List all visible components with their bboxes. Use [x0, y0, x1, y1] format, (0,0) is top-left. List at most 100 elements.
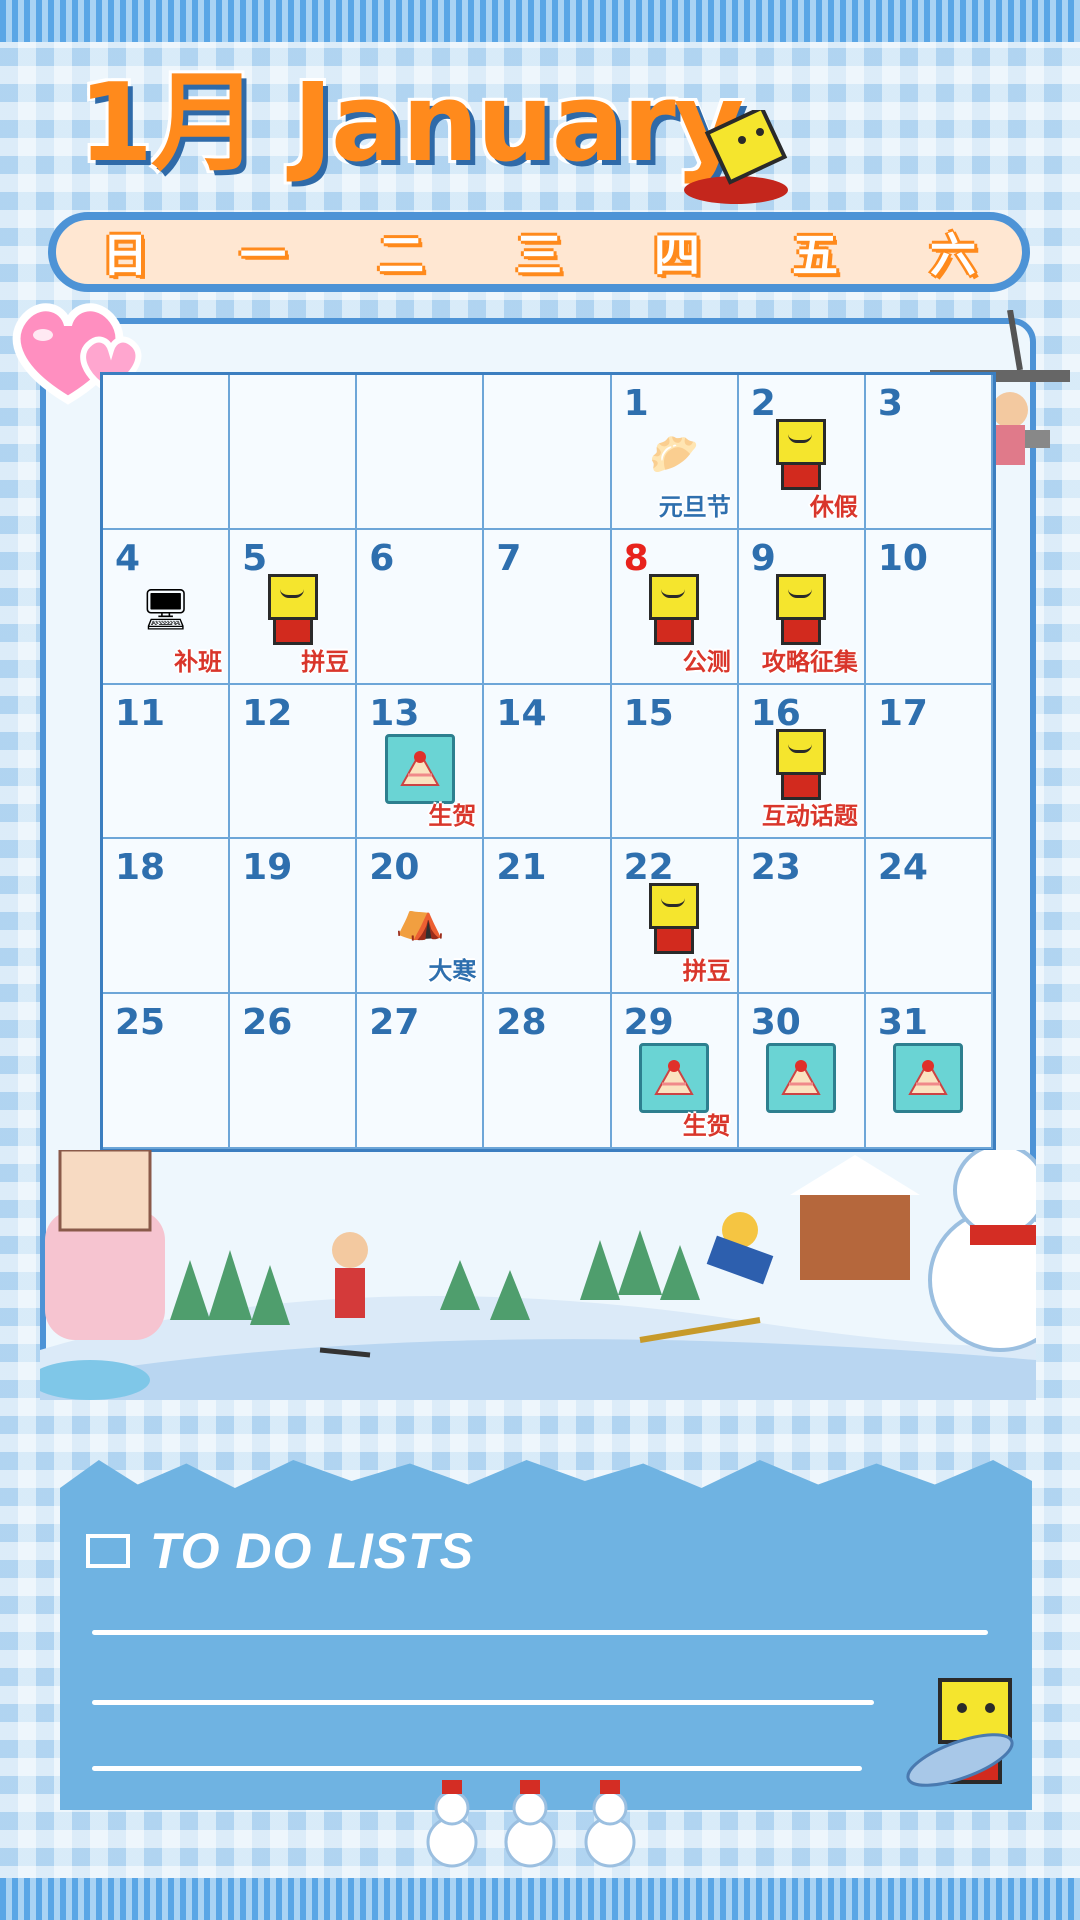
- weekday-sat: 六: [930, 228, 976, 282]
- calendar-day-30[interactable]: 30: [738, 994, 866, 1149]
- day-number: 19: [242, 847, 293, 889]
- notepad-icon: [86, 1534, 130, 1568]
- event-label: 大寒: [428, 957, 477, 986]
- calendar-empty-cell[interactable]: [230, 375, 358, 530]
- bun-mascot-icon: 🥟: [649, 431, 700, 478]
- calendar-day-13[interactable]: 13 生贺: [357, 684, 485, 840]
- day-number: 9: [750, 537, 776, 579]
- birthday-cake-icon: [384, 733, 455, 804]
- bottom-stripe-border: [0, 1878, 1080, 1920]
- calendar-day-15[interactable]: 15: [611, 684, 739, 840]
- day-number: 26: [242, 1002, 293, 1044]
- day-number: 7: [496, 537, 522, 579]
- event-label: 生贺: [428, 802, 477, 831]
- day-number: 29: [623, 1002, 674, 1044]
- calendar-day-29[interactable]: 29 生贺: [611, 994, 739, 1149]
- day-number: 5: [242, 537, 268, 579]
- day-number: 10: [877, 537, 928, 579]
- office-desk-icon: 🖥: [140, 586, 191, 633]
- sleeping-kairobot-icon: [772, 418, 830, 490]
- weekday-header: 日 一 二 三 四 五 六: [48, 212, 1030, 292]
- calendar-day-9[interactable]: 9 攻略征集: [738, 529, 866, 685]
- calendar-day-3[interactable]: 3: [865, 375, 993, 530]
- ski-slope-scene: [40, 1150, 1036, 1400]
- top-stripe-border: [0, 0, 1080, 42]
- calendar-day-27[interactable]: 27: [357, 994, 485, 1149]
- event-label: 拼豆: [301, 647, 350, 676]
- calendar-day-10[interactable]: 10: [865, 529, 993, 685]
- calendar-day-1[interactable]: 1 🥟 元旦节: [611, 375, 739, 530]
- day-number: 24: [877, 847, 928, 889]
- calendar-day-25[interactable]: 25: [103, 994, 231, 1149]
- calendar-day-19[interactable]: 19: [230, 839, 358, 995]
- calendar-day-5[interactable]: 5 拼豆: [230, 529, 358, 685]
- calendar-day-21[interactable]: 21: [484, 839, 612, 995]
- calendar-day-11[interactable]: 11: [103, 684, 231, 840]
- calendar-day-4[interactable]: 4 🖥 补班: [103, 529, 231, 685]
- todo-line-1[interactable]: [92, 1630, 988, 1635]
- event-label: 公测: [682, 647, 731, 676]
- weekday-sun: 日: [102, 228, 148, 282]
- calendar-day-6[interactable]: 6: [357, 529, 485, 685]
- event-label: 休假: [809, 492, 858, 521]
- page-title: 1月 January: [78, 61, 744, 186]
- calendar-day-8[interactable]: 8 公测: [611, 529, 739, 685]
- calendar-day-20[interactable]: 20 ⛺ 大寒: [357, 839, 485, 995]
- day-number: 27: [369, 1002, 420, 1044]
- birthday-cake-icon: [893, 1043, 964, 1114]
- calendar-day-28[interactable]: 28: [484, 994, 612, 1149]
- day-number: 8: [623, 537, 649, 579]
- event-label: 生贺: [682, 1112, 731, 1140]
- day-number: 30: [750, 1002, 801, 1044]
- day-number: 25: [115, 1002, 166, 1044]
- calendar-day-23[interactable]: 23: [738, 839, 866, 995]
- weekday-thu: 四: [654, 228, 700, 282]
- day-number: 22: [623, 847, 674, 889]
- kairobot-glasses-icon: [772, 573, 830, 645]
- event-label: 补班: [174, 647, 223, 676]
- snowmen-icon: [426, 1780, 636, 1868]
- day-number: 1: [623, 383, 649, 424]
- calendar-empty-cell[interactable]: [357, 375, 485, 530]
- kairobot-music-icon: [264, 573, 322, 645]
- calendar-day-14[interactable]: 14: [484, 684, 612, 840]
- day-number: 21: [496, 847, 547, 889]
- event-label: 拼豆: [682, 957, 731, 986]
- calendar-day-26[interactable]: 26: [230, 994, 358, 1149]
- weekday-tue: 二: [378, 228, 424, 282]
- calendar-day-22[interactable]: 22 拼豆: [611, 839, 739, 995]
- calendar-day-18[interactable]: 18: [103, 839, 231, 995]
- todo-line-2[interactable]: [92, 1700, 874, 1705]
- kairobot-mascot-icon: [684, 110, 788, 204]
- calendar-empty-cell[interactable]: [103, 375, 231, 530]
- day-number: 6: [369, 537, 395, 579]
- weekday-mon: 一: [240, 228, 286, 282]
- day-number: 31: [877, 1002, 928, 1044]
- weekday-wed: 三: [516, 228, 562, 282]
- todo-panel: [60, 1460, 1032, 1810]
- calendar-day-16[interactable]: 16 互动话题: [738, 684, 866, 840]
- calendar-day-7[interactable]: 7: [484, 529, 612, 685]
- birthday-cake-icon: [639, 1043, 710, 1114]
- calendar-day-24[interactable]: 24: [865, 839, 993, 995]
- calendar-day-12[interactable]: 12: [230, 684, 358, 840]
- day-number: 18: [115, 847, 166, 889]
- day-number: 20: [369, 847, 420, 889]
- day-number: 15: [623, 692, 674, 734]
- calendar-day-2[interactable]: 2 休假: [738, 375, 866, 530]
- todo-title: TO DO LISTS: [150, 1523, 474, 1579]
- kairobot-wave-icon: [772, 728, 830, 800]
- calendar-empty-cell[interactable]: [484, 375, 612, 530]
- birthday-cake-icon: [766, 1043, 837, 1114]
- kairobot-app-icon: [645, 573, 703, 645]
- day-number: 12: [242, 692, 293, 734]
- day-number: 13: [369, 692, 420, 734]
- event-label: 元旦节: [658, 492, 731, 521]
- calendar-day-31[interactable]: 31: [865, 994, 993, 1149]
- day-number: 28: [496, 1002, 547, 1044]
- day-number: 14: [496, 692, 547, 734]
- day-number: 2: [750, 383, 776, 424]
- kairobot-fish-icon: [906, 1678, 1014, 1787]
- day-number: 23: [750, 847, 801, 889]
- calendar-day-17[interactable]: 17: [865, 684, 993, 840]
